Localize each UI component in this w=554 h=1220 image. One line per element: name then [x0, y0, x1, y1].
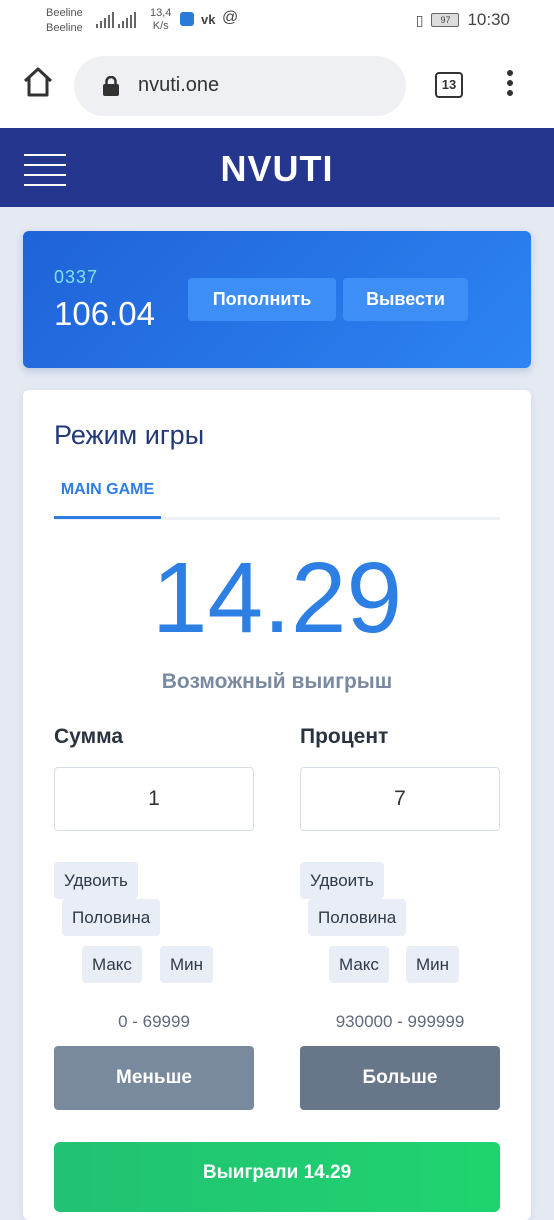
address-bar[interactable]: nvuti.one [74, 56, 406, 116]
clock: 10:30 [467, 10, 510, 29]
carrier-names: Beeline Beeline [46, 6, 83, 36]
amount-input[interactable]: 1 [54, 767, 254, 831]
battery-icon: 97 [431, 13, 460, 27]
browser-toolbar: nvuti.one 13 [0, 44, 554, 128]
vk-icon: vk [201, 12, 216, 27]
amount-min-button[interactable]: Мин [160, 946, 214, 983]
percent-double-button[interactable]: Удвоить [300, 862, 384, 899]
percent-label: Процент [300, 725, 389, 748]
vibrate-icon: ▯ [415, 11, 424, 28]
speed-unit: K/s [152, 20, 169, 32]
signal-icon [96, 12, 114, 28]
tab-main-game[interactable]: MAIN GAME [54, 470, 161, 519]
percent-max-button[interactable]: Макс [329, 946, 389, 983]
signal-icon-2 [118, 12, 136, 28]
home-icon [23, 67, 53, 97]
less-range: 0 - 69999 [118, 1012, 190, 1031]
game-card: Режим игры MAIN GAME 14.29 Возможный выи… [23, 390, 531, 1220]
less-button[interactable]: Меньше [54, 1046, 254, 1110]
at-icon: @ [222, 9, 239, 26]
amount-half-button[interactable]: Половина [62, 899, 161, 936]
status-bar: Beeline Beeline 13,4 K/s vk @ ▯ 97 10:30 [0, 0, 554, 44]
user-id: 0337 [54, 267, 99, 287]
possible-win-value: 14.29 [151, 542, 403, 654]
more-range: 930000 - 999999 [335, 1012, 465, 1031]
balance-value: 106.04 [54, 295, 155, 332]
url-text: nvuti.one [138, 74, 220, 96]
deposit-button[interactable]: Пополнить [188, 278, 336, 321]
more-menu-icon[interactable] [505, 70, 515, 100]
possible-win-label: Возможный выигрыш [161, 670, 393, 693]
amount-double-button[interactable]: Удвоить [54, 862, 138, 899]
speed-value: 13,4 [150, 7, 172, 19]
amount-label: Сумма [54, 725, 124, 748]
game-mode-title: Режим игры [54, 420, 205, 450]
withdraw-button[interactable]: Вывести [343, 278, 468, 321]
more-button[interactable]: Больше [300, 1046, 500, 1110]
percent-min-button[interactable]: Мин [406, 946, 460, 983]
amount-max-button[interactable]: Макс [82, 946, 142, 983]
app-header: NVUTI [0, 128, 554, 207]
app-logo: NVUTI [220, 148, 334, 189]
percent-input[interactable]: 7 [300, 767, 500, 831]
shield-icon [180, 12, 194, 26]
status-right: ▯ 97 10:30 [416, 10, 510, 30]
balance-card: 0337 106.04 Пополнить Вывести [23, 231, 531, 368]
carrier-1: Beeline [46, 7, 83, 19]
result-banner: Выиграли 14.29 [54, 1142, 500, 1212]
percent-half-button[interactable]: Половина [308, 899, 407, 936]
tab-switcher-button[interactable]: 13 [435, 72, 463, 98]
game-tabs: MAIN GAME [54, 470, 500, 520]
home-button[interactable] [22, 66, 54, 98]
network-speed: 13,4 K/s [150, 7, 171, 33]
lock-icon [103, 76, 119, 96]
carrier-2: Beeline [46, 22, 83, 34]
